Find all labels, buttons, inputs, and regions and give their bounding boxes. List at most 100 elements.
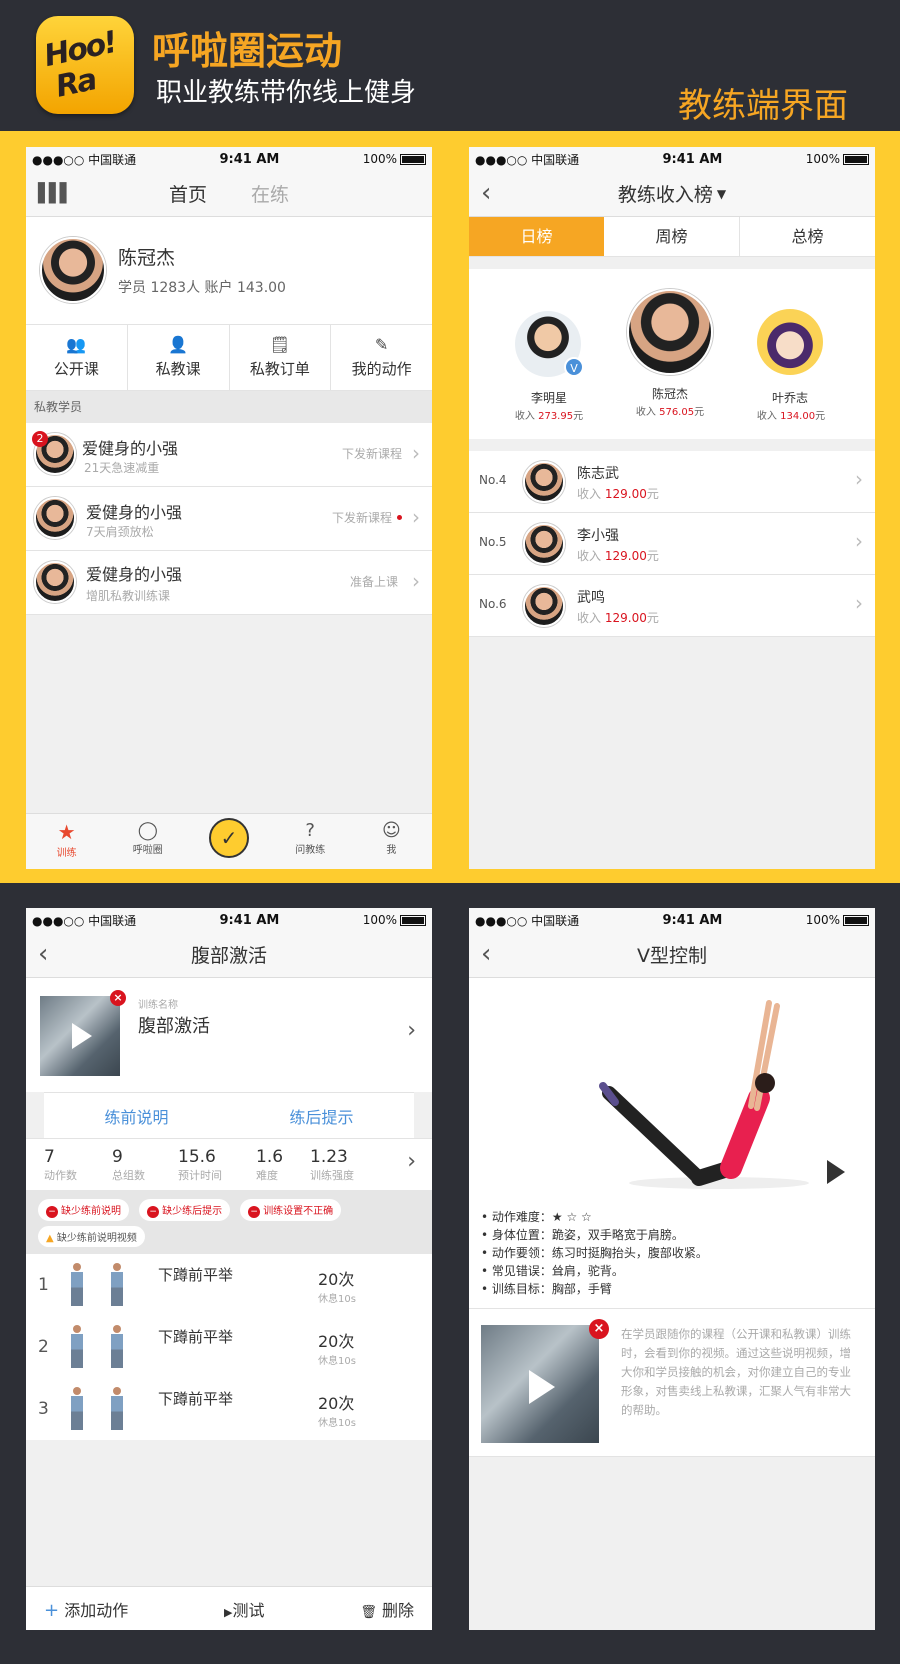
student-row[interactable]: 2 爱健身的小强 21天急速减重 下发新课程 › <box>26 423 432 487</box>
avatar[interactable] <box>757 309 823 375</box>
student-row[interactable]: 爱健身的小强 增肌私教训练课 准备上课 › <box>26 551 432 615</box>
user-icon: ☺ <box>382 820 401 841</box>
home-nav: ▌▌▌ 首页 在练 <box>26 171 432 217</box>
status-bar: ●●●○○ 中国联通 9:41 AM 100% <box>26 147 432 171</box>
plus-icon: + <box>44 1599 60 1621</box>
page-title: V型控制 <box>637 945 707 967</box>
rank-row[interactable]: No.6 武鸣 收入 129.00元 › <box>469 575 875 637</box>
action-label: 公开课 <box>53 360 99 378</box>
status-bar: ●●●○○ 中国联通 9:41 AM 100% <box>26 908 432 932</box>
action-my-moves[interactable]: ✎ 我的动作 <box>331 325 432 390</box>
chevron-right-icon: › <box>412 441 420 465</box>
action-icon: ✎ <box>374 335 389 354</box>
tab-home[interactable]: 首页 <box>169 180 207 207</box>
clock: 9:41 AM <box>662 151 723 167</box>
workout-stats[interactable]: 7 动作数 9 总组数 15.6 预计时间 1.6 难度 1.23 训练强度 › <box>26 1138 432 1190</box>
exercise-image[interactable] <box>469 978 875 1204</box>
warning-tag[interactable]: − 训练设置不正确 <box>240 1199 342 1221</box>
video-thumbnail[interactable] <box>40 996 120 1076</box>
seg-total[interactable]: 总榜 <box>740 217 875 256</box>
tabbar-ask[interactable]: ? 问教练 <box>270 814 351 869</box>
income-amount: 576.05 <box>659 407 695 418</box>
difficulty-label: • 动作难度： <box>481 1210 552 1224</box>
section-title: 私教学员 <box>26 391 432 423</box>
delete-video-icon[interactable]: × <box>110 990 126 1006</box>
delete-button[interactable]: 🗑 删除 <box>360 1597 414 1621</box>
name-label: 训练名称 <box>138 1000 178 1011</box>
stat: 9 总组数 <box>112 1147 178 1183</box>
warning-tag[interactable]: − 缺少练后提示 <box>139 1199 231 1221</box>
avatar <box>523 523 565 565</box>
rank-number: No.4 <box>479 473 507 487</box>
rank-number: No.5 <box>479 535 507 549</box>
test-button[interactable]: ▶测试 <box>224 1597 264 1621</box>
page-title[interactable]: 教练收入榜 <box>618 180 713 207</box>
clock: 9:41 AM <box>219 912 280 928</box>
chart-icon[interactable]: ▌▌▌ <box>38 183 73 204</box>
play-small-icon: ▶ <box>224 1605 233 1619</box>
difficulty-line: • 动作难度：★ ☆ ☆ <box>481 1208 863 1226</box>
back-icon[interactable]: ‹ <box>38 940 48 968</box>
student-name: 爱健身的小强 <box>82 439 179 458</box>
tag-label: 训练设置不正确 <box>263 1206 334 1217</box>
warning-tag[interactable]: ▲ 缺少练前说明视频 <box>38 1226 145 1247</box>
exercise-row[interactable]: 3 下蹲前平举 20次 休息10s <box>26 1378 432 1440</box>
podium-name: 李明星 <box>530 391 567 405</box>
pre-notes-link[interactable]: 练前说明 <box>44 1104 229 1128</box>
coach-name: 陈冠杰 <box>118 247 176 269</box>
tag-label: 缺少练后提示 <box>162 1206 223 1217</box>
battery-icon <box>400 915 426 926</box>
avatar <box>40 237 106 303</box>
tabbar-hula[interactable]: ◯ 呼啦圈 <box>107 814 188 869</box>
student-status: 下发新课程 <box>341 447 402 461</box>
coach-video[interactable]: × 在学员跟随你的课程（公开课和私教课）训练时，会看到你的视频。通过这些说明视频… <box>469 1309 875 1457</box>
action-private-class[interactable]: 👤 私教课 <box>128 325 230 390</box>
carrier: ●●●○○ 中国联通 <box>32 152 137 167</box>
rank-income: 收入 129.00元 <box>577 609 659 626</box>
tab-training[interactable]: 在练 <box>251 180 289 207</box>
trash-icon: 🗑 <box>360 1604 377 1620</box>
play-icon[interactable] <box>827 1160 845 1184</box>
rank-row[interactable]: No.4 陈志武 收入 129.00元 › <box>469 451 875 513</box>
income-label: 收入 <box>514 411 535 422</box>
back-icon[interactable]: ‹ <box>481 940 491 968</box>
detail-line: • 身体位置：跪姿，双手略宽于肩膀。 <box>481 1228 684 1242</box>
seg-daily[interactable]: 日榜 <box>469 217 604 256</box>
logo-text-2: Ra <box>52 62 99 105</box>
warning-tag[interactable]: − 缺少练前说明 <box>38 1199 129 1221</box>
tabbar-checkin[interactable]: ✓ <box>188 814 269 869</box>
avatar[interactable] <box>627 289 713 375</box>
coach-ui-label: 教练端界面 <box>678 86 848 126</box>
add-action-button[interactable]: + 添加动作 <box>44 1597 128 1621</box>
workout-info[interactable]: × 训练名称 腹部激活 › <box>26 978 432 1092</box>
podium-income: 收入 576.05元 <box>619 403 721 418</box>
tabbar-training[interactable]: ★ 训练 <box>26 814 107 869</box>
post-tips-link[interactable]: 练后提示 <box>229 1104 414 1128</box>
avatar <box>523 585 565 627</box>
exercise-row[interactable]: 1 下蹲前平举 20次 休息10s <box>26 1254 432 1316</box>
exercise-row[interactable]: 2 下蹲前平举 20次 休息10s <box>26 1316 432 1378</box>
video-thumbnail[interactable] <box>481 1325 599 1443</box>
minus-icon: − <box>248 1206 261 1218</box>
battery-icon <box>843 915 869 926</box>
action-public-class[interactable]: 👥 公开课 <box>26 325 128 390</box>
back-icon[interactable]: ‹ <box>481 179 491 207</box>
student-row[interactable]: 爱健身的小强 7天肩颈放松 下发新课程 › <box>26 487 432 551</box>
coach-profile[interactable]: 陈冠杰 学员 1283人 账户 143.00 <box>26 217 432 325</box>
tabbar-label: 呼啦圈 <box>132 845 163 856</box>
action-private-orders[interactable]: 🗒 私教订单 <box>230 325 332 390</box>
income-amount: 129.00 <box>604 487 647 501</box>
exercise-figure <box>66 1387 88 1431</box>
v-sit-illustration <box>599 1000 809 1189</box>
delete-video-icon[interactable]: × <box>589 1319 609 1339</box>
battery-text: 100% <box>805 152 840 166</box>
new-dot <box>397 515 402 520</box>
play-icon <box>72 1023 92 1049</box>
action-label: 私教订单 <box>249 360 310 378</box>
rank-row[interactable]: No.5 李小强 收入 129.00元 › <box>469 513 875 575</box>
tabbar-me[interactable]: ☺ 我 <box>351 814 432 869</box>
seg-weekly[interactable]: 周榜 <box>604 217 740 256</box>
action-label: 我的动作 <box>351 360 412 378</box>
bottom-toolbar: + 添加动作 ▶测试 🗑 删除 <box>26 1586 432 1630</box>
caret-down-icon[interactable]: ▼ <box>717 187 726 201</box>
